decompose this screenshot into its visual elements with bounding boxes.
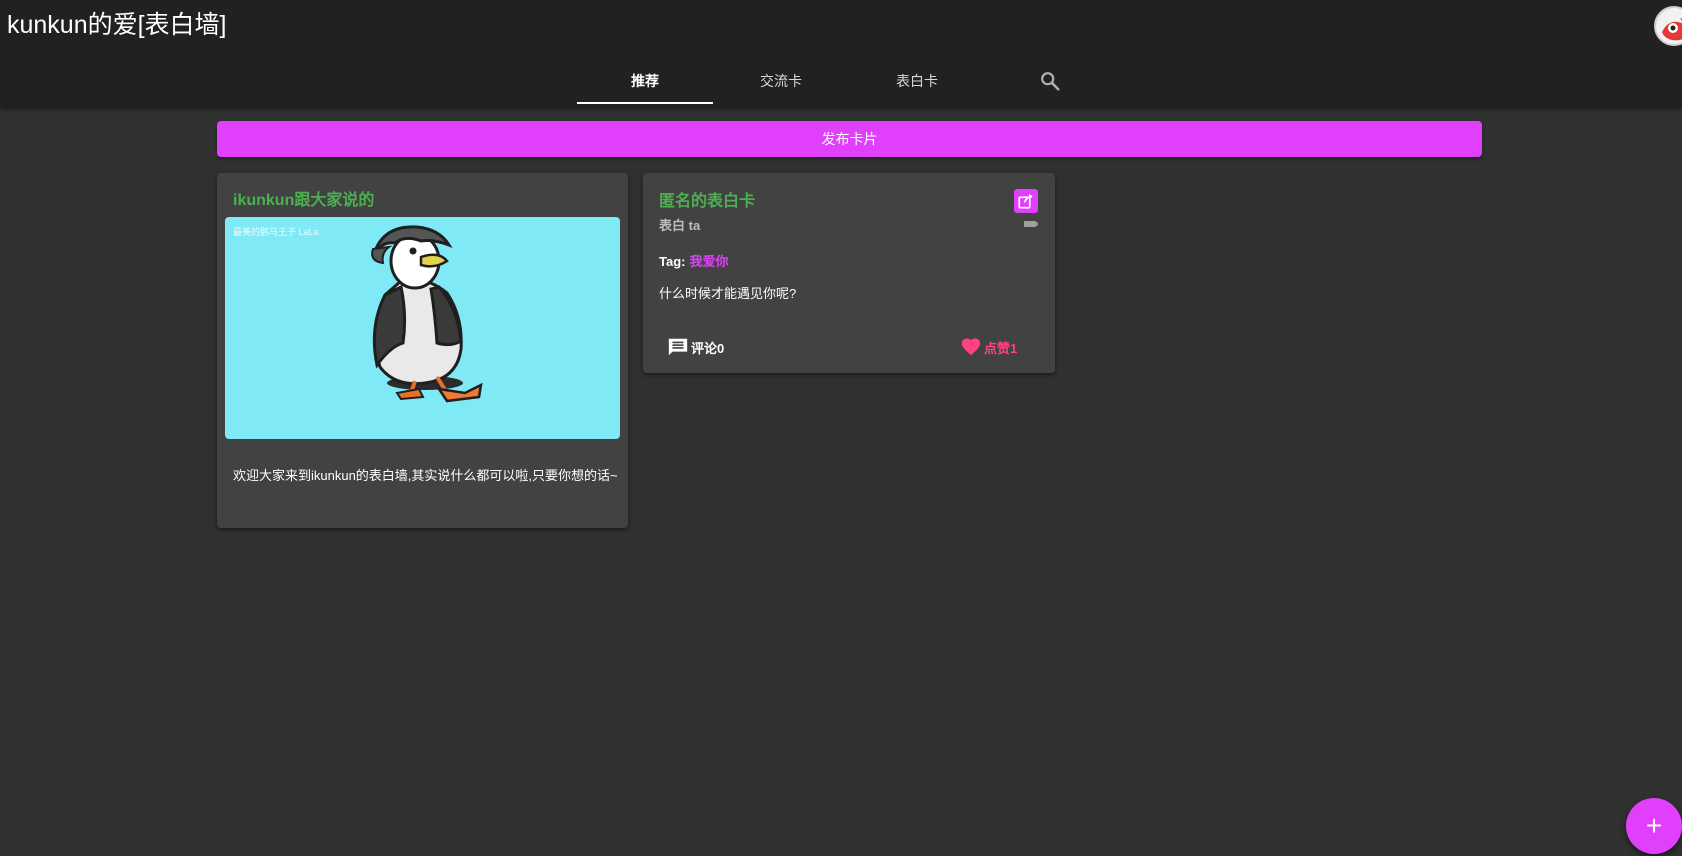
post-card[interactable]: ikunkun跟大家说的 最美的鹅马王子 LaLa 欢迎大家来到ikunkun的… — [217, 173, 628, 528]
card-title: ikunkun跟大家说的 — [233, 192, 375, 209]
add-fab-button[interactable]: + — [1626, 798, 1682, 854]
comment-count: 评论0 — [691, 340, 725, 356]
tab-exchange-card-label: 交流卡 — [760, 73, 802, 89]
comment-icon — [668, 338, 688, 356]
tag-label: Tag: — [659, 254, 686, 269]
tab-recommend[interactable]: 推荐 — [577, 56, 713, 106]
card-title: 匿名的表白卡 — [659, 193, 756, 210]
comment-button[interactable]: 评论0 — [667, 335, 724, 359]
search-button[interactable] — [985, 56, 1115, 106]
confession-card[interactable]: 匿名的表白卡 表白 ta Tag: 我爱你 什么时候才能遇见你呢? 评论0 点赞1 — [643, 173, 1055, 373]
publish-card-button[interactable]: 发布卡片 — [217, 121, 1482, 157]
card-image: 最美的鹅马王子 LaLa — [225, 217, 620, 439]
like-button[interactable]: 点赞1 — [960, 335, 1017, 359]
search-icon — [1041, 72, 1060, 91]
image-watermark: 最美的鹅马王子 LaLa — [233, 227, 319, 237]
battery-icon — [1024, 221, 1038, 227]
nav-tabs: 推荐 交流卡 表白卡 — [577, 56, 1115, 106]
tag-row: Tag: 我爱你 — [659, 251, 729, 270]
like-count: 点赞1 — [984, 340, 1018, 356]
share-button[interactable] — [1014, 189, 1038, 213]
top-app-bar: kunkun的爱[表白墙] 推荐 交流卡 表白卡 — [0, 0, 1682, 107]
card-text: 欢迎大家来到ikunkun的表白墙,其实说什么都可以啦,只要你想的话~ — [233, 468, 618, 483]
tab-exchange-card[interactable]: 交流卡 — [713, 56, 849, 106]
tag-value[interactable]: 我爱你 — [689, 254, 728, 269]
card-text: 什么时候才能遇见你呢? — [659, 286, 797, 301]
tab-confession-card-label: 表白卡 — [896, 73, 938, 89]
user-avatar[interactable] — [1654, 6, 1682, 46]
avatar-image — [1656, 8, 1682, 44]
heart-icon — [961, 338, 981, 356]
tab-confession-card[interactable]: 表白卡 — [849, 56, 985, 106]
card-subtitle: 表白 ta — [659, 218, 701, 233]
tab-recommend-label: 推荐 — [631, 73, 659, 89]
penguin-illustration — [371, 225, 483, 403]
share-icon — [1018, 193, 1033, 209]
plus-icon: + — [1645, 810, 1663, 841]
app-title: kunkun的爱[表白墙] — [7, 11, 227, 39]
